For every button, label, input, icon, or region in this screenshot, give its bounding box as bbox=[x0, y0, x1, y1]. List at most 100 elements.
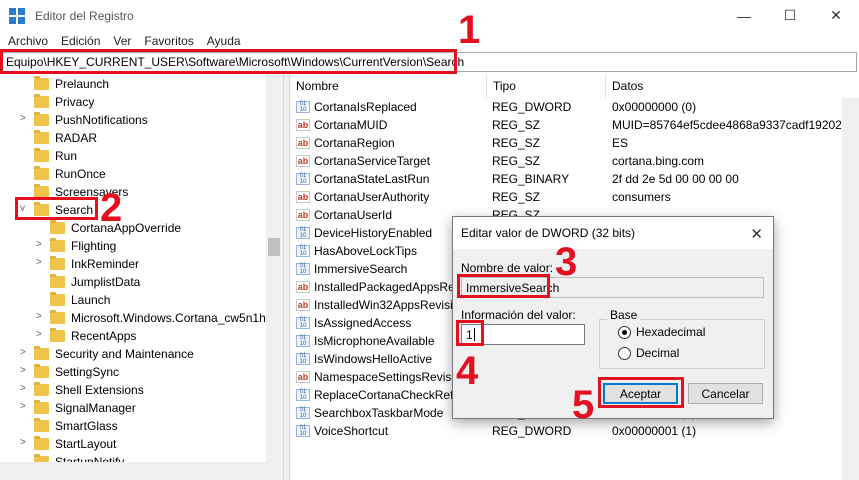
tree-item[interactable]: StartLayout bbox=[34, 435, 116, 453]
value-name: HasAboveLockTips bbox=[314, 244, 417, 258]
tree-expander[interactable]: > bbox=[36, 239, 42, 250]
tree-item[interactable]: Security and Maintenance bbox=[34, 345, 194, 363]
pane-splitter[interactable] bbox=[283, 74, 290, 480]
minimize-button[interactable]: — bbox=[721, 0, 767, 31]
menu-favoritos[interactable]: Favoritos bbox=[139, 34, 201, 48]
tree-expander[interactable]: > bbox=[20, 383, 26, 394]
radio-decimal-label: Decimal bbox=[636, 346, 680, 360]
string-value-icon: ab bbox=[296, 281, 310, 293]
binary-value-icon: 01 10 bbox=[296, 173, 310, 185]
address-highlight-box bbox=[0, 49, 457, 74]
tree-item[interactable]: InkReminder bbox=[50, 255, 139, 273]
string-value-icon: ab bbox=[296, 191, 310, 203]
tree-expander[interactable]: > bbox=[20, 365, 26, 376]
tree-expander[interactable]: > bbox=[36, 311, 42, 322]
cancel-button[interactable]: Cancelar bbox=[688, 383, 763, 404]
value-name-cell: ab CortanaMUID bbox=[296, 116, 486, 134]
annotation-4: 4 bbox=[456, 349, 479, 393]
tree-expander[interactable]: > bbox=[20, 437, 26, 448]
tree-item[interactable]: SettingSync bbox=[34, 363, 119, 381]
folder-icon bbox=[50, 328, 65, 342]
binary-value-icon: 01 10 bbox=[296, 407, 310, 419]
tree-item[interactable]: RADAR bbox=[34, 129, 97, 147]
tree-item-label: Flighting bbox=[71, 239, 117, 253]
tree-item[interactable]: RunOnce bbox=[34, 165, 106, 183]
folder-icon bbox=[34, 166, 49, 180]
tree-item-label: Run bbox=[55, 149, 78, 163]
value-row[interactable]: ab CortanaMUID REG_SZ MUID=85764ef5cdee4868… bbox=[290, 116, 859, 134]
value-name: SearchboxTaskbarMode bbox=[314, 406, 444, 420]
menu-edicion[interactable]: Edición bbox=[56, 34, 108, 48]
column-header-type[interactable]: Tipo bbox=[487, 74, 606, 98]
tree-item-label: Launch bbox=[71, 293, 111, 307]
binary-value-icon: 01 10 bbox=[296, 317, 310, 329]
value-row[interactable]: 01 10 CortanaStateLastRun REG_BINARY 2f dd 2… bbox=[290, 170, 859, 188]
value-name: CortanaMUID bbox=[314, 118, 388, 132]
value-type: REG_SZ bbox=[492, 154, 541, 168]
base-label: Base bbox=[607, 308, 641, 322]
folder-icon bbox=[34, 400, 49, 414]
tree-expander[interactable]: > bbox=[20, 347, 26, 358]
string-value-icon: ab bbox=[296, 155, 310, 167]
value-type: REG_DWORD bbox=[492, 100, 572, 114]
tree-item[interactable]: Prelaunch bbox=[34, 75, 109, 93]
radio-hexadecimal[interactable]: Hexadecimal bbox=[618, 325, 705, 339]
tree-vertical-scrollbar[interactable] bbox=[266, 74, 283, 480]
tree-item[interactable]: Shell Extensions bbox=[34, 381, 144, 399]
tree-item-label: Privacy bbox=[55, 95, 95, 109]
binary-value-icon: 01 10 bbox=[296, 263, 310, 275]
tree-scroll-thumb[interactable] bbox=[268, 238, 280, 256]
radio-hexadecimal-indicator bbox=[618, 325, 631, 339]
value-row[interactable]: ab CortanaUserAuthority REG_SZ consumers bbox=[290, 188, 859, 206]
dialog-close-icon[interactable]: ✕ bbox=[750, 225, 763, 243]
value-data: MUID=85764ef5cdee4868a9337cadf1920251 bbox=[612, 118, 842, 132]
tree-item[interactable]: Run bbox=[34, 147, 77, 165]
tree-expander[interactable]: > bbox=[36, 257, 42, 268]
tree-item[interactable]: RecentApps bbox=[50, 327, 136, 345]
tree-item[interactable]: SignalManager bbox=[34, 399, 136, 417]
tree-horizontal-scrollbar[interactable] bbox=[0, 462, 266, 480]
tree-item[interactable]: Microsoft.Windows.Cortana_cw5n1h bbox=[50, 309, 266, 327]
radio-decimal[interactable]: Decimal bbox=[618, 346, 679, 360]
window-title: Editor del Registro bbox=[35, 8, 134, 23]
folder-icon bbox=[34, 382, 49, 396]
tree-item[interactable]: Flighting bbox=[50, 237, 116, 255]
folder-icon bbox=[50, 274, 65, 288]
value-row[interactable]: 01 10 CortanaIsReplaced REG_DWORD 0x00000000… bbox=[290, 98, 859, 116]
folder-icon bbox=[34, 112, 49, 126]
value-name-highlight-box bbox=[457, 274, 550, 298]
folder-icon bbox=[34, 94, 49, 108]
value-row[interactable]: ab CortanaRegion REG_SZ ES bbox=[290, 134, 859, 152]
column-header-data[interactable]: Datos bbox=[606, 74, 859, 98]
annotation-2: 2 bbox=[100, 186, 123, 230]
tree-item[interactable]: Privacy bbox=[34, 93, 94, 111]
tree-item[interactable]: SmartGlass bbox=[34, 417, 118, 435]
tree-expander[interactable]: > bbox=[20, 113, 26, 124]
tree-item[interactable]: PushNotifications bbox=[34, 111, 148, 129]
tree-expander[interactable]: > bbox=[36, 329, 42, 340]
tree-item-label: Shell Extensions bbox=[55, 383, 144, 397]
menu-archivo[interactable]: Archivo bbox=[3, 34, 56, 48]
tree-item-label: Microsoft.Windows.Cortana_cw5n1h bbox=[71, 311, 266, 325]
value-data-highlight-box bbox=[456, 320, 484, 346]
tree-expander[interactable]: > bbox=[20, 401, 26, 412]
tree-item-label: StartLayout bbox=[55, 437, 117, 451]
value-name: IsMicrophoneAvailable bbox=[314, 334, 435, 348]
menu-ayuda[interactable]: Ayuda bbox=[202, 34, 249, 48]
tree-item[interactable]: JumplistData bbox=[50, 273, 140, 291]
value-name: InstalledWin32AppsRevision bbox=[314, 298, 467, 312]
value-name-cell: 01 10 CortanaIsReplaced bbox=[296, 98, 486, 116]
tree-item-label: PushNotifications bbox=[55, 113, 148, 127]
tree-item-label: SignalManager bbox=[55, 401, 136, 415]
close-button[interactable]: ✕ bbox=[813, 0, 859, 31]
menu-ver[interactable]: Ver bbox=[108, 34, 139, 48]
key-tree[interactable]: Prelaunch Privacy > PushNotifications RADAR R… bbox=[0, 74, 283, 480]
column-header-name[interactable]: Nombre bbox=[290, 74, 487, 98]
list-vertical-scrollbar[interactable] bbox=[842, 98, 859, 480]
dialog-title-bar: Editar valor de DWORD (32 bits) bbox=[453, 217, 773, 249]
value-row[interactable]: ab CortanaServiceTarget REG_SZ cortana.bing… bbox=[290, 152, 859, 170]
tree-item-label: JumplistData bbox=[71, 275, 141, 289]
value-data: ES bbox=[612, 136, 629, 150]
maximize-button[interactable]: ☐ bbox=[767, 0, 813, 31]
tree-item[interactable]: Launch bbox=[50, 291, 110, 309]
